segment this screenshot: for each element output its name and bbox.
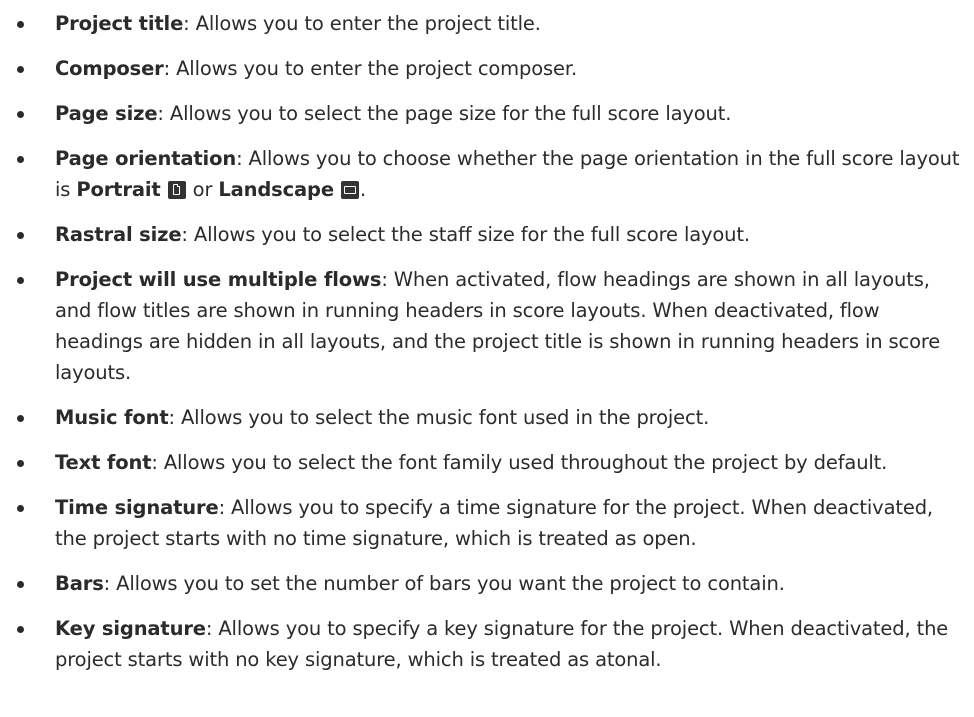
term-label: Project title [55,12,184,35]
bullet [17,21,24,28]
bullet [17,505,24,512]
term-label: Bars [55,572,104,595]
term-label: Project will use multiple flows [55,268,382,291]
term-description: : Allows you to enter the project compos… [163,57,578,80]
term-label: Composer [55,57,164,80]
bullet [17,232,24,239]
list-item-project-title: Project title: Allows you to enter the p… [0,0,974,39]
term-description: : Allows you to enter the project title. [183,12,541,35]
bullet [17,111,24,118]
term-label: Music font [55,406,169,429]
bullet [17,460,24,467]
list-item-text-font: Text font: Allows you to select the font… [0,447,974,478]
bullet [17,277,24,284]
bullet [17,626,24,633]
list-item-page-orientation: Page orientation: Allows you to choose w… [0,143,974,205]
list-item-key-signature: Key signature: Allows you to specify a k… [0,613,974,675]
term-label: Page orientation [55,147,237,170]
portrait-option-label: Portrait [76,178,161,201]
term-label: Text font [55,451,152,474]
options-list: Project title: Allows you to enter the p… [0,0,974,675]
list-item-time-signature: Time signature: Allows you to specify a … [0,492,974,554]
list-item-music-font: Music font: Allows you to select the mus… [0,402,974,433]
bullet [17,156,24,163]
term-label: Time signature [55,496,219,519]
term-description: : Allows you to select the page size for… [157,102,732,125]
bullet [17,581,24,588]
list-item-rastral-size: Rastral size: Allows you to select the s… [0,219,974,250]
landscape-page-icon [341,181,360,199]
term-description-connector: or [186,178,219,201]
term-label: Page size [55,102,158,125]
landscape-option-label: Landscape [218,178,334,201]
list-item-composer: Composer: Allows you to enter the projec… [0,53,974,84]
bullet [17,66,24,73]
portrait-page-icon [167,181,186,199]
bullet [17,415,24,422]
term-description: : Allows you to set the number of bars y… [103,572,785,595]
list-item-page-size: Page size: Allows you to select the page… [0,98,974,129]
term-description: : Allows you to select the music font us… [168,406,710,429]
term-label: Rastral size [55,223,182,246]
term-description: : Allows you to select the staff size fo… [181,223,750,246]
term-description: : Allows you to select the font family u… [151,451,888,474]
term-label: Key signature [55,617,206,640]
list-item-multiple-flows: Project will use multiple flows: When ac… [0,264,974,388]
list-item-bars: Bars: Allows you to set the number of ba… [0,568,974,599]
term-description-end: . [360,178,367,201]
